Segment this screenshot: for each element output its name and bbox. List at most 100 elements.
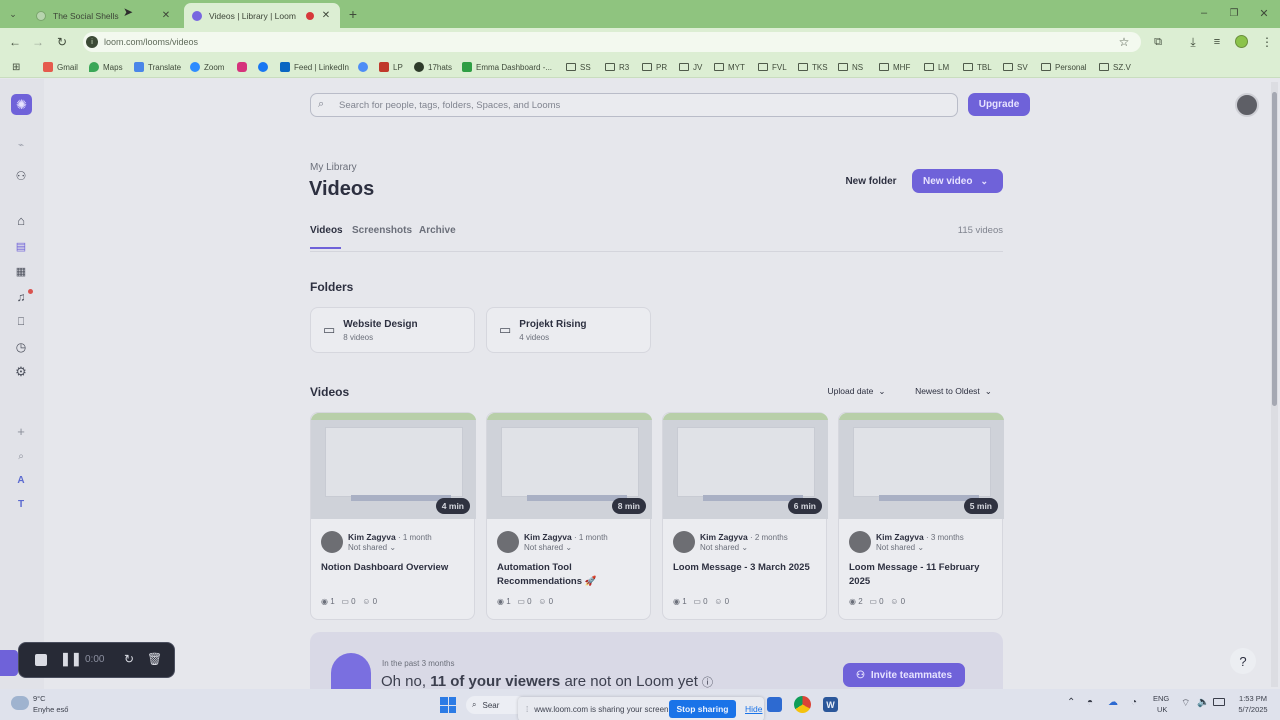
workspace-icon[interactable]: ⌁ bbox=[11, 135, 31, 155]
bookmark-folder[interactable]: SZ.V bbox=[1099, 58, 1131, 76]
bookmark-folder[interactable]: SV bbox=[1003, 58, 1028, 76]
loom-logo-icon[interactable]: ✺ bbox=[11, 94, 32, 115]
bookmark-17hats[interactable]: 17hats bbox=[414, 58, 452, 76]
tab-screenshots[interactable]: Screenshots bbox=[352, 225, 412, 236]
search-input[interactable]: Search for people, tags, folders, Spaces… bbox=[310, 93, 958, 117]
stop-sharing-button[interactable]: Stop sharing bbox=[669, 700, 736, 718]
video-title[interactable]: Loom Message - 3 March 2025 bbox=[673, 561, 821, 575]
bookmark-folder[interactable]: R3 bbox=[605, 58, 629, 76]
delete-recording-icon[interactable]: 🗑 bbox=[147, 652, 162, 666]
bookmark-folder[interactable]: NS bbox=[838, 58, 863, 76]
bookmark-folder[interactable]: MYT bbox=[714, 58, 745, 76]
folder-card-website-design[interactable]: ▭ Website Design 8 videos bbox=[310, 307, 475, 353]
bookmark-emma-dashboard[interactable]: Emma Dashboard -... bbox=[462, 58, 552, 76]
video-title[interactable]: Loom Message - 11 February 2025 bbox=[849, 561, 997, 589]
add-space-icon[interactable]: + bbox=[11, 421, 31, 441]
clock-time[interactable]: 1:53 PM bbox=[1233, 694, 1273, 703]
add-user-icon[interactable]: ⚇ bbox=[11, 166, 31, 186]
video-thumbnail[interactable]: 4 min bbox=[311, 413, 476, 519]
sort-order-dropdown[interactable]: Newest to Oldest ⌄ bbox=[904, 382, 1003, 400]
loom-side-tab[interactable] bbox=[0, 650, 18, 676]
new-video-button[interactable]: New video ⌄ bbox=[912, 169, 1003, 193]
extensions-icon[interactable]: ⧉ bbox=[1145, 32, 1171, 52]
video-card[interactable]: 8 min Kim Zagyva · 1 month Not shared ⌄ … bbox=[486, 412, 652, 620]
bookmark-folder[interactable]: MHF bbox=[879, 58, 910, 76]
history-clock-icon[interactable]: ◷ bbox=[11, 337, 31, 357]
show-hidden-icons-icon[interactable]: ⌃ bbox=[1067, 697, 1075, 708]
media-controls-icon[interactable]: ≡ bbox=[1204, 32, 1230, 52]
close-window-icon[interactable]: ✕ bbox=[1251, 3, 1277, 23]
language-indicator[interactable]: ENG bbox=[1153, 694, 1169, 703]
profile-avatar[interactable] bbox=[1235, 35, 1248, 48]
share-status[interactable]: Not shared ⌄ bbox=[700, 543, 748, 552]
share-status[interactable]: Not shared ⌄ bbox=[348, 543, 396, 552]
drag-handle-icon[interactable]: ⁞ bbox=[526, 705, 528, 714]
space-a[interactable]: A bbox=[11, 470, 31, 490]
video-card[interactable]: 6 min Kim Zagyva · 2 months Not shared ⌄… bbox=[662, 412, 828, 620]
apps-grid-icon[interactable]: ⊞ bbox=[12, 58, 20, 76]
word-icon[interactable]: W bbox=[823, 697, 838, 712]
bookmark-star-icon[interactable]: ☆ bbox=[1111, 32, 1137, 52]
video-title[interactable]: Automation Tool Recommendations 🚀 bbox=[497, 561, 645, 589]
bookmark-folder[interactable]: LM bbox=[924, 58, 949, 76]
space-t[interactable]: T bbox=[11, 494, 31, 514]
help-button[interactable]: ? bbox=[1230, 648, 1256, 674]
close-tab-icon[interactable]: ✕ bbox=[160, 10, 172, 21]
tab-social-shells[interactable]: The Social Shells ✕ bbox=[28, 3, 180, 28]
tray-app-icon[interactable]: ◓ bbox=[1087, 697, 1093, 708]
outlook-icon[interactable] bbox=[767, 697, 782, 712]
taskbar-search[interactable]: ⌕ Sear bbox=[466, 696, 526, 714]
restore-window-icon[interactable]: ❐ bbox=[1221, 3, 1247, 23]
bookmark-icon[interactable]: ⎕ bbox=[11, 312, 31, 332]
bookmark-folder[interactable]: TBL bbox=[963, 58, 992, 76]
tab-videos[interactable]: Videos bbox=[310, 225, 343, 236]
calendar-icon[interactable]: ▦ bbox=[11, 261, 31, 281]
new-folder-button[interactable]: New folder bbox=[838, 169, 904, 193]
library-icon[interactable]: ▤ bbox=[11, 236, 31, 256]
more-menu-icon[interactable]: ⋮ bbox=[1254, 32, 1280, 52]
share-status[interactable]: Not shared ⌄ bbox=[524, 543, 572, 552]
tab-archive[interactable]: Archive bbox=[419, 225, 456, 236]
scrollbar-thumb[interactable] bbox=[1272, 92, 1277, 406]
onedrive-icon[interactable]: ☁ bbox=[1108, 697, 1118, 708]
video-title[interactable]: Notion Dashboard Overview bbox=[321, 561, 469, 575]
search-spaces-icon[interactable]: ⌕ bbox=[11, 446, 31, 466]
bookmark-zoom[interactable]: Zoom bbox=[190, 58, 224, 76]
video-thumbnail[interactable]: 8 min bbox=[487, 413, 652, 519]
folder-card-projekt-rising[interactable]: ▭ Projekt Rising 4 videos bbox=[486, 307, 651, 353]
bookmark-lp[interactable]: LP bbox=[379, 58, 403, 76]
battery-icon[interactable] bbox=[1213, 698, 1225, 706]
bookmark-folder[interactable]: TKS bbox=[798, 58, 828, 76]
video-thumbnail[interactable]: 6 min bbox=[663, 413, 828, 519]
restart-recording-icon[interactable]: ↻ bbox=[124, 652, 134, 666]
sort-by-dropdown[interactable]: Upload date ⌄ bbox=[818, 382, 895, 400]
user-avatar[interactable] bbox=[1235, 93, 1259, 117]
bookmark-folder[interactable]: SS bbox=[566, 58, 591, 76]
windows-start-icon[interactable] bbox=[440, 697, 456, 713]
tab-loom-videos[interactable]: Videos | Library | Loom ✕ bbox=[184, 3, 340, 28]
video-thumbnail[interactable]: 5 min bbox=[839, 413, 1004, 519]
video-card[interactable]: 4 min Kim Zagyva · 1 month Not shared ⌄ … bbox=[310, 412, 476, 620]
forward-icon[interactable]: → bbox=[25, 32, 51, 52]
new-tab-icon[interactable]: + bbox=[340, 4, 366, 24]
tab-search-icon[interactable]: ⌄ bbox=[0, 4, 26, 24]
bookmark-maps[interactable]: Maps bbox=[89, 58, 123, 76]
home-icon[interactable]: ⌂ bbox=[11, 210, 31, 230]
upgrade-button[interactable]: Upgrade bbox=[968, 93, 1030, 116]
bookmark-gmail[interactable]: Gmail bbox=[43, 58, 78, 76]
bookmark-c[interactable] bbox=[358, 58, 372, 76]
tray-app-icon[interactable]: ◔ bbox=[1131, 697, 1137, 708]
bookmark-facebook[interactable] bbox=[258, 58, 272, 76]
bookmark-translate[interactable]: Translate bbox=[134, 58, 181, 76]
invite-teammates-button[interactable]: ⚇ Invite teammates bbox=[843, 663, 965, 687]
video-card[interactable]: 5 min Kim Zagyva · 3 months Not shared ⌄… bbox=[838, 412, 1004, 620]
site-info-icon[interactable]: i bbox=[86, 36, 98, 48]
bookmark-folder[interactable]: Personal bbox=[1041, 58, 1087, 76]
weather-icon[interactable] bbox=[11, 696, 29, 710]
wifi-icon[interactable]: ⌔ bbox=[1181, 697, 1190, 710]
close-tab-icon[interactable]: ✕ bbox=[320, 10, 332, 21]
bookmark-linkedin[interactable]: Feed | LinkedIn bbox=[280, 58, 349, 76]
address-bar[interactable]: loom.com/looms/videos bbox=[83, 32, 1141, 52]
bookmark-folder[interactable]: PR bbox=[642, 58, 667, 76]
pause-recording-icon[interactable]: ❚❚ bbox=[60, 651, 82, 667]
